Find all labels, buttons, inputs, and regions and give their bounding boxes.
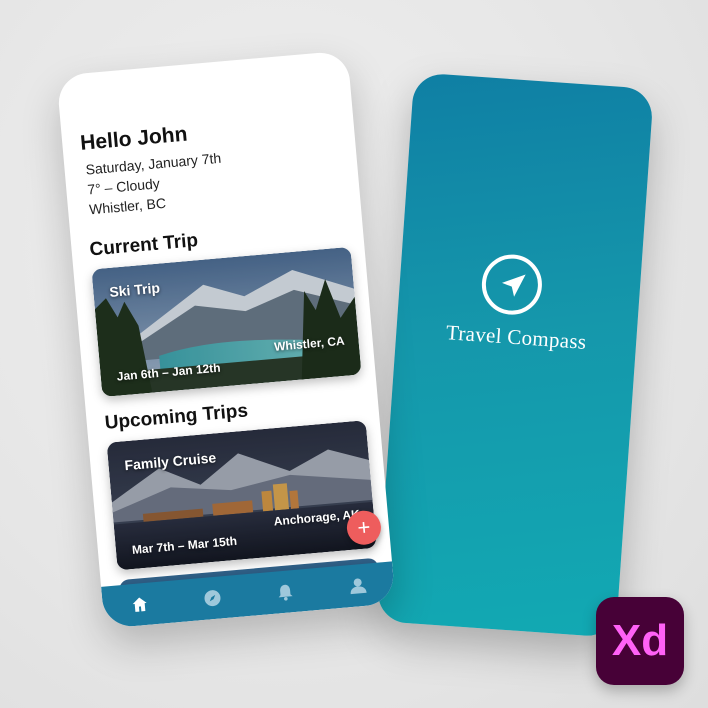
adobe-xd-badge: Xd: [596, 597, 684, 685]
current-trip-card[interactable]: Ski Trip Whistler, CA Jan 6th – Jan 12th: [91, 246, 362, 397]
splash-screen: Travel Compass: [376, 72, 654, 638]
compass-logo-icon: [479, 252, 544, 317]
upcoming-trip-card[interactable]: Family Cruise Anchorage, AK Mar 7th – Ma…: [106, 420, 377, 571]
current-trip-heading: Current Trip: [88, 230, 199, 261]
profile-icon[interactable]: [344, 572, 370, 598]
greeting-block: Hello John Saturday, January 7th 7° – Cl…: [79, 109, 346, 221]
home-icon[interactable]: [126, 592, 152, 618]
bell-icon[interactable]: [272, 579, 298, 605]
brand-name: Travel Compass: [445, 320, 588, 354]
upcoming-trips-heading: Upcoming Trips: [103, 400, 249, 434]
compass-icon[interactable]: [199, 585, 225, 611]
phone-home-screen: Hello John Saturday, January 7th 7° – Cl…: [56, 50, 396, 629]
